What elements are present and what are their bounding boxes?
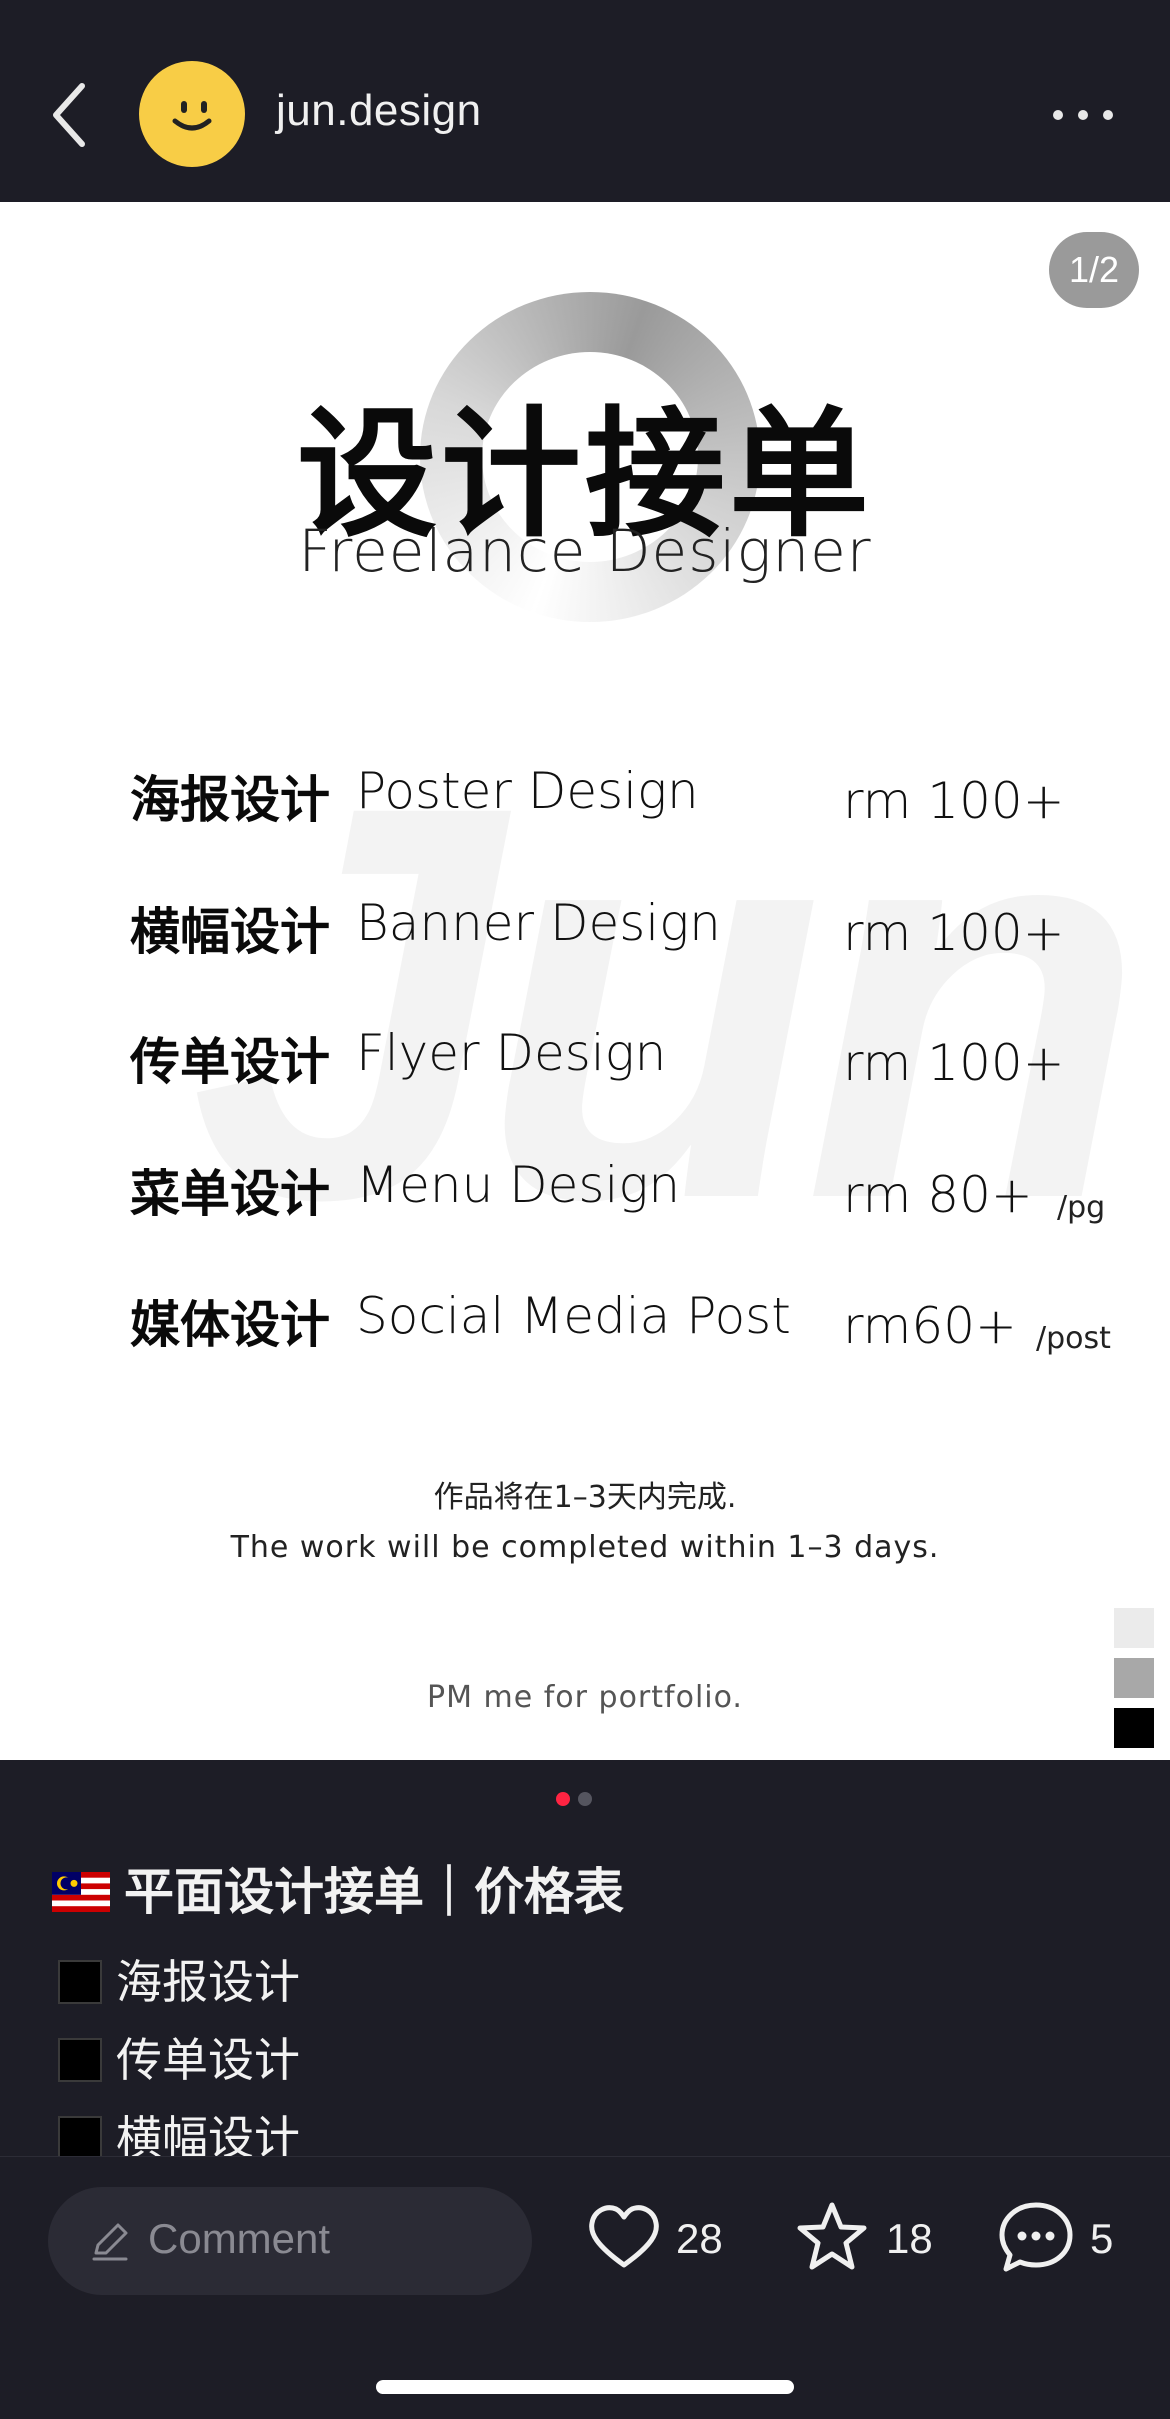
comment-count: 5 bbox=[1090, 2215, 1114, 2262]
service-price: rm60+ bbox=[843, 1297, 1017, 1355]
completion-note-cn: 作品将在1–3天内完成. bbox=[433, 1480, 737, 1515]
service-price: rm 100+ bbox=[843, 904, 1065, 962]
carousel-indicator bbox=[556, 1792, 616, 1808]
color-swatch-light bbox=[1114, 1608, 1154, 1648]
like-button[interactable]: 28 bbox=[584, 2197, 734, 2287]
service-cn: 媒体设计 bbox=[130, 1296, 330, 1354]
service-price: rm 100+ bbox=[843, 772, 1065, 830]
service-row: 海报设计 Poster Design rm 100+ bbox=[0, 760, 1170, 860]
completion-note-en: The work will be completed within 1–3 da… bbox=[230, 1530, 940, 1565]
service-cn: 海报设计 bbox=[130, 771, 330, 829]
carousel-dot-active bbox=[556, 1792, 570, 1806]
black-square-icon bbox=[58, 2037, 102, 2082]
service-row: 横幅设计 Banner Design rm 100+ bbox=[0, 892, 1170, 992]
poster-subtitle: Freelance Designer bbox=[298, 517, 872, 585]
post-title-text: 平面设计接单｜价格表 bbox=[124, 1863, 624, 1921]
chevron-left-icon bbox=[53, 83, 85, 147]
top-bar: jun.design bbox=[0, 0, 1170, 202]
black-square-icon bbox=[58, 2115, 102, 2160]
back-button[interactable] bbox=[44, 80, 104, 150]
list-item: 海报设计 bbox=[58, 1946, 300, 2012]
malaysia-flag-icon bbox=[52, 1871, 110, 1912]
service-unit: /post bbox=[1036, 1321, 1111, 1356]
service-en: Menu Design bbox=[356, 1156, 681, 1214]
service-row: 媒体设计 Social Media Post rm60+ /post bbox=[0, 1285, 1170, 1385]
service-row: 菜单设计 Menu Design rm 80+ /pg bbox=[0, 1154, 1170, 1254]
service-price: rm 100+ bbox=[843, 1034, 1065, 1092]
service-row: 传单设计 Flyer Design rm 100+ bbox=[0, 1022, 1170, 1122]
post-image[interactable]: Jun 设计接单 Freelance Designer 1/2 海报设计 Pos… bbox=[0, 202, 1170, 1760]
star-icon bbox=[797, 2202, 867, 2270]
comment-input[interactable]: Comment bbox=[48, 2187, 532, 2295]
black-square-icon bbox=[58, 1959, 102, 2004]
carousel-dot bbox=[578, 1792, 592, 1806]
service-cn: 横幅设计 bbox=[130, 903, 330, 961]
pencil-icon bbox=[92, 2223, 128, 2261]
username[interactable]: jun.design bbox=[276, 86, 482, 136]
chat-bubble-icon bbox=[999, 2202, 1073, 2272]
portfolio-note: PM me for portfolio. bbox=[427, 1680, 743, 1715]
favorite-count: 18 bbox=[886, 2215, 933, 2262]
home-indicator bbox=[376, 2380, 794, 2394]
comment-button[interactable]: 5 bbox=[996, 2197, 1126, 2287]
service-en: Banner Design bbox=[356, 894, 721, 952]
color-swatch-gray bbox=[1114, 1658, 1154, 1698]
service-unit: /pg bbox=[1057, 1190, 1106, 1225]
list-item: 传单设计 bbox=[58, 2024, 300, 2090]
heart-icon bbox=[589, 2205, 659, 2268]
smiley-face-icon bbox=[172, 101, 212, 131]
avatar[interactable] bbox=[139, 61, 245, 167]
service-en: Poster Design bbox=[356, 762, 699, 820]
color-swatch-black bbox=[1114, 1708, 1154, 1748]
comment-placeholder: Comment bbox=[148, 2215, 331, 2262]
service-price: rm 80+ bbox=[843, 1166, 1033, 1224]
page-counter: 1/2 bbox=[1049, 232, 1139, 308]
service-cn: 传单设计 bbox=[130, 1033, 330, 1091]
like-count: 28 bbox=[676, 2215, 723, 2262]
service-cn: 菜单设计 bbox=[130, 1165, 330, 1223]
more-dots-icon bbox=[1053, 110, 1113, 120]
favorite-button[interactable]: 18 bbox=[792, 2197, 942, 2287]
more-options-button[interactable] bbox=[1050, 100, 1120, 130]
post-title: 平面设计接单｜价格表 bbox=[52, 1852, 624, 1924]
service-en: Flyer Design bbox=[356, 1024, 667, 1082]
service-en: Social Media Post bbox=[356, 1287, 791, 1345]
